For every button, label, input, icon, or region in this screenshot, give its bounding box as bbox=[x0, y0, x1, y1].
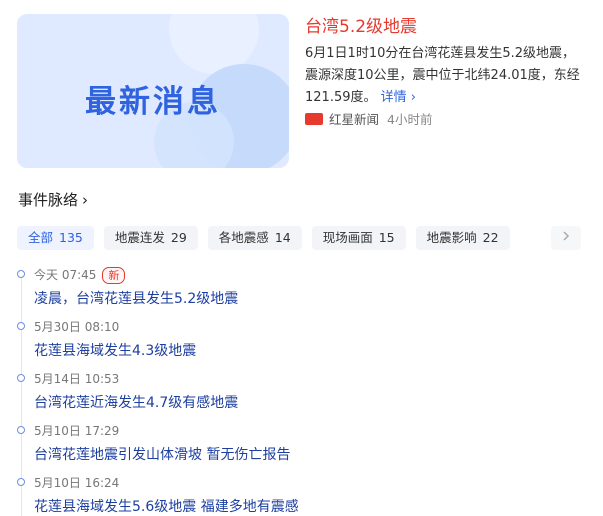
summary-line: 震源深度10公里，震中位于北纬24.01度，东经 bbox=[305, 68, 580, 83]
timeline-link[interactable]: 花莲县海域发生5.6级地震 福建多地有震感 bbox=[34, 496, 299, 516]
timeline-time: 今天 07:45 新 bbox=[34, 266, 126, 284]
timeline-dot bbox=[17, 322, 25, 330]
thumbnail-text: 最新消息 bbox=[85, 84, 221, 120]
tab-scene-footage[interactable]: 现场画面 15 bbox=[311, 226, 406, 250]
news-summary: 6月1日1时10分在台湾花莲县发生5.2级地震， 震源深度10公里，震中位于北纬… bbox=[305, 43, 590, 109]
source-logo-icon bbox=[305, 112, 323, 125]
details-link[interactable]: 详情 › bbox=[381, 90, 416, 105]
new-badge: 新 bbox=[102, 267, 126, 284]
tab-aftershocks[interactable]: 地震连发 29 bbox=[103, 226, 198, 250]
timeline-dot bbox=[17, 426, 25, 434]
timeline-dot bbox=[17, 374, 25, 382]
timeline-dot bbox=[17, 270, 25, 278]
timeline-time: 5月10日 17:29 bbox=[34, 424, 120, 438]
timeline-link[interactable]: 台湾花莲近海发生4.7级有感地震 bbox=[34, 392, 238, 412]
timeline-link[interactable]: 花莲县海域发生4.3级地震 bbox=[34, 340, 196, 360]
timeline-time: 5月14日 10:53 bbox=[34, 372, 120, 386]
tabs-next-button[interactable] bbox=[551, 226, 581, 250]
tab-all[interactable]: 全部 135 bbox=[17, 226, 94, 250]
news-headline[interactable]: 台湾5.2级地震 bbox=[305, 12, 417, 37]
section-title: 事件脉络 bbox=[18, 191, 79, 209]
filter-tabs: 全部 135 地震连发 29 各地震感 14 现场画面 15 地震影响 22 bbox=[17, 226, 510, 250]
chevron-right-icon: › bbox=[82, 190, 89, 209]
chevron-right-icon bbox=[563, 231, 570, 241]
tab-impact[interactable]: 地震影响 22 bbox=[415, 226, 510, 250]
tab-felt-reports[interactable]: 各地震感 14 bbox=[207, 226, 302, 250]
timeline-time: 5月30日 08:10 bbox=[34, 320, 120, 334]
news-time: 4小时前 bbox=[387, 112, 433, 127]
summary-line: 6月1日1时10分在台湾花莲县发生5.2级地震， bbox=[305, 46, 576, 61]
event-timeline-heading[interactable]: 事件脉络 › bbox=[18, 189, 88, 210]
timeline-link[interactable]: 台湾花莲地震引发山体滑坡 暂无伤亡报告 bbox=[34, 444, 290, 464]
news-thumbnail[interactable]: 最新消息 bbox=[17, 14, 289, 168]
timeline-dot bbox=[17, 478, 25, 486]
timeline-time: 5月10日 16:24 bbox=[34, 476, 120, 490]
news-source-row: 红星新闻 4小时前 bbox=[305, 109, 432, 128]
summary-line: 121.59度。 详情 › bbox=[305, 90, 416, 105]
source-name[interactable]: 红星新闻 bbox=[329, 109, 379, 128]
timeline-link[interactable]: 凌晨，台湾花莲县发生5.2级地震 bbox=[34, 288, 238, 308]
